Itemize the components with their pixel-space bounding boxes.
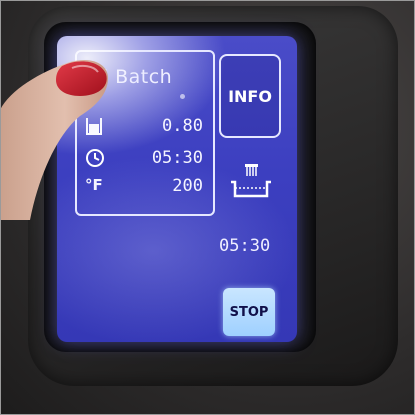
status-dot xyxy=(180,94,185,99)
finger xyxy=(0,50,120,220)
remaining-time: 05:30 xyxy=(219,236,271,256)
fry-basket-icon xyxy=(229,164,273,204)
temperature-value: 200 xyxy=(172,176,203,196)
info-button[interactable]: INFO xyxy=(219,54,281,138)
stop-button[interactable]: STOP xyxy=(223,288,275,336)
time-value: 05:30 xyxy=(151,148,203,168)
quantity-value: 0.80 xyxy=(162,116,203,136)
